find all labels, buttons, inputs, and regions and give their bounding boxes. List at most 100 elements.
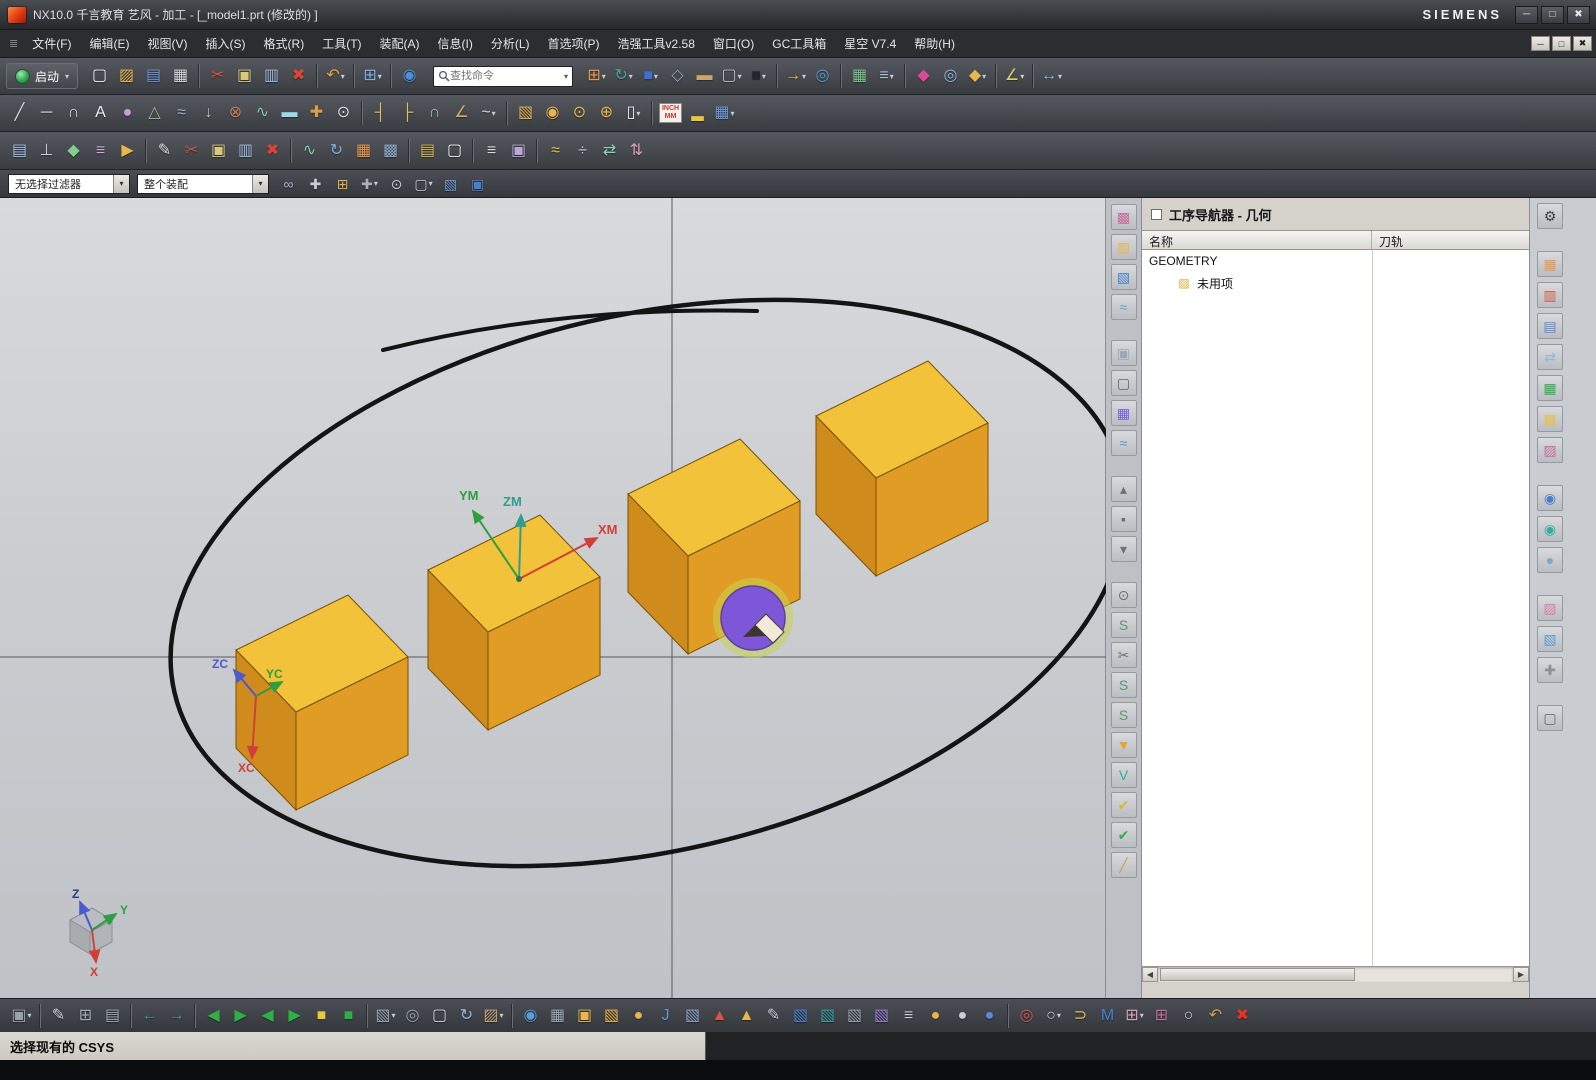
- units-toggle[interactable]: INCH MM: [657, 100, 684, 127]
- command-search-box[interactable]: ▾: [433, 65, 574, 87]
- navigator-pin-checkbox[interactable]: [1151, 208, 1162, 220]
- operation-navigator-button[interactable]: ▦: [1537, 375, 1563, 401]
- column-header-toolpath[interactable]: 刀轨: [1372, 231, 1529, 249]
- divide-path-button[interactable]: ÷: [569, 137, 596, 164]
- delete-button[interactable]: ✖: [285, 63, 312, 90]
- sketch-ellipse[interactable]: [114, 213, 1106, 954]
- dropdown-caret[interactable]: ▾: [1020, 72, 1024, 81]
- blue-part-button[interactable]: ▧: [787, 1002, 814, 1029]
- shaded-view-button[interactable]: ■ ▾: [637, 63, 664, 90]
- orient-view-button[interactable]: ↻ ▾: [610, 63, 637, 90]
- menu-item[interactable]: 星空 V7.4: [835, 30, 905, 57]
- machine-navigator-button[interactable]: ▩: [1537, 406, 1563, 432]
- tree-row-未用项[interactable]: ▨ 未用项: [1142, 272, 1529, 294]
- selection-scope-combo[interactable]: 整个装配 ▾: [137, 173, 269, 194]
- roles-button[interactable]: ▧: [1537, 626, 1563, 652]
- menu-item[interactable]: 装配(A): [371, 30, 429, 57]
- constraint-navigator-button[interactable]: ▥: [1537, 282, 1563, 308]
- replay-toolpath-button[interactable]: ↻: [323, 137, 350, 164]
- menu-item[interactable]: 视图(V): [139, 30, 197, 57]
- segment-tool[interactable]: ─: [33, 100, 60, 127]
- start-button[interactable]: 启动 ▾: [6, 63, 79, 89]
- sheet-view-button[interactable]: ▤: [99, 1002, 126, 1029]
- menu-item[interactable]: 窗口(O): [704, 30, 763, 57]
- window-layout-button[interactable]: ⊞ ▾: [359, 63, 386, 90]
- selection-filter-combo[interactable]: 无选择过滤器 ▾: [8, 173, 130, 194]
- measure-distance-button[interactable]: ↔ ▾: [1038, 63, 1065, 90]
- scroll-thumb[interactable]: [1160, 968, 1356, 981]
- hole-button[interactable]: ⊙: [566, 100, 593, 127]
- edit-display-button[interactable]: ◆: [910, 63, 937, 90]
- mini-up-button[interactable]: ▴: [1110, 476, 1137, 502]
- menu-item[interactable]: 编辑(E): [81, 30, 139, 57]
- dropdown-caret[interactable]: ▾: [1057, 1011, 1061, 1020]
- machine-view-button[interactable]: ▣: [505, 137, 532, 164]
- solid-select-button[interactable]: ▣: [465, 171, 490, 196]
- copy-button[interactable]: ▣: [231, 63, 258, 90]
- create-operation-button[interactable]: ▶: [114, 137, 141, 164]
- point-tool[interactable]: ⊙: [330, 100, 357, 127]
- target-button[interactable]: ◎: [1013, 1002, 1040, 1029]
- find-button[interactable]: ◉: [517, 1002, 544, 1029]
- sketch-button[interactable]: ✎: [45, 1002, 72, 1029]
- extend-curve-tool[interactable]: ├: [394, 100, 421, 127]
- delete-object-button[interactable]: ✖: [259, 137, 286, 164]
- navigator-hscrollbar[interactable]: ◀ ▶: [1142, 966, 1529, 982]
- print-button[interactable]: ▦: [167, 63, 194, 90]
- s-curve-a-button[interactable]: S: [1110, 672, 1137, 698]
- pattern-grid-button[interactable]: ⊞ ▾: [1121, 1002, 1148, 1029]
- intersect-curve-tool[interactable]: ⊗: [222, 100, 249, 127]
- search-caret-icon[interactable]: ▾: [564, 72, 568, 81]
- undo-button[interactable]: ↶ ▾: [322, 63, 349, 90]
- ellipse-tool[interactable]: ●: [114, 100, 141, 127]
- section-curve-tool[interactable]: ∿: [249, 100, 276, 127]
- hash-button[interactable]: ⊞: [1148, 1002, 1175, 1029]
- chamfer-tool[interactable]: ∠: [448, 100, 475, 127]
- mdi-restore-button[interactable]: □: [1552, 36, 1571, 51]
- grid-button[interactable]: ⊞: [72, 1002, 99, 1029]
- clip-section-button[interactable]: ▬: [691, 63, 718, 90]
- transform-path-button[interactable]: ⇄: [596, 137, 623, 164]
- touch-button[interactable]: ✚: [1537, 657, 1563, 683]
- simulate-machine-button[interactable]: ▩: [377, 137, 404, 164]
- menu-item[interactable]: 格式(R): [255, 30, 314, 57]
- dropdown-caret[interactable]: ▾: [492, 109, 496, 118]
- background-button[interactable]: ■ ▾: [745, 63, 772, 90]
- search-input[interactable]: [450, 70, 565, 82]
- mini-cube-button[interactable]: ▧ ▾: [372, 1002, 399, 1029]
- text-tool[interactable]: A: [87, 100, 114, 127]
- play-forward-button[interactable]: ▶: [227, 1002, 254, 1029]
- dropdown-caret[interactable]: ▾: [392, 1011, 396, 1020]
- cube-2[interactable]: [427, 514, 601, 732]
- fillet-tool[interactable]: ∩: [421, 100, 448, 127]
- circle-tool-button[interactable]: ○ ▾: [1040, 1002, 1067, 1029]
- active-window-button[interactable]: ▦: [1110, 400, 1137, 426]
- step-first-button[interactable]: ◀: [254, 1002, 281, 1029]
- edit-object-button[interactable]: ✎: [151, 137, 178, 164]
- refresh-button[interactable]: ↻: [453, 1002, 480, 1029]
- arc-tool[interactable]: ∩: [60, 100, 87, 127]
- generate-toolpath-button[interactable]: ∿: [296, 137, 323, 164]
- fill-button[interactable]: ⊃: [1067, 1002, 1094, 1029]
- dropdown-caret[interactable]: ▾: [374, 179, 378, 188]
- unite-button[interactable]: ⊕: [593, 100, 620, 127]
- rectangle-select-button[interactable]: ▢ ▾: [411, 171, 436, 196]
- view-layout-button[interactable]: ⊞ ▾: [583, 63, 610, 90]
- scroll-right-button[interactable]: ▶: [1513, 967, 1529, 982]
- gold-wedge-strip-button[interactable]: ▼: [1110, 732, 1137, 758]
- create-geometry-button[interactable]: ◆: [60, 137, 87, 164]
- teal-part-button[interactable]: ▧: [814, 1002, 841, 1029]
- wave-display-button[interactable]: ≈: [1110, 430, 1137, 456]
- project-curve-tool[interactable]: ↓: [195, 100, 222, 127]
- object-display-button[interactable]: ▨: [1110, 234, 1137, 260]
- measure-angle-button[interactable]: ∠ ▾: [1001, 63, 1028, 90]
- datum-axis-tool[interactable]: ✚: [303, 100, 330, 127]
- dropdown-caret[interactable]: ▾: [429, 179, 433, 188]
- dropdown-caret[interactable]: ▾: [802, 72, 806, 81]
- line-tool[interactable]: ╱: [6, 100, 33, 127]
- handle-move-button[interactable]: ✚ ▾: [357, 171, 382, 196]
- pin-button[interactable]: ⊙: [1110, 582, 1137, 608]
- sketch-arc[interactable]: [381, 308, 759, 352]
- cube-1[interactable]: [235, 594, 409, 812]
- dropdown-caret[interactable]: ▾: [1140, 1011, 1144, 1020]
